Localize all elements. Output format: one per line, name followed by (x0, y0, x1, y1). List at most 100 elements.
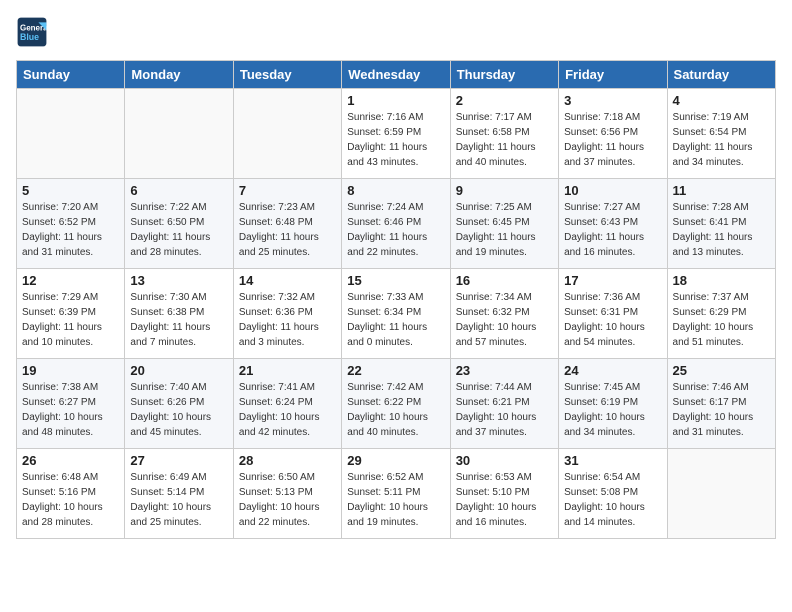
calendar-cell: 14 Sunrise: 7:32 AM Sunset: 6:36 PM Dayli… (233, 269, 341, 359)
day-header-saturday: Saturday (667, 61, 775, 89)
day-number: 24 (564, 363, 661, 378)
day-info: Sunrise: 7:38 AM Sunset: 6:27 PM Dayligh… (22, 380, 119, 440)
day-info: Sunrise: 7:23 AM Sunset: 6:48 PM Dayligh… (239, 200, 336, 260)
day-info: Sunrise: 7:36 AM Sunset: 6:31 PM Dayligh… (564, 290, 661, 350)
day-number: 29 (347, 453, 444, 468)
calendar-cell: 11 Sunrise: 7:28 AM Sunset: 6:41 PM Dayli… (667, 179, 775, 269)
day-info: Sunrise: 7:32 AM Sunset: 6:36 PM Dayligh… (239, 290, 336, 350)
day-info: Sunrise: 7:40 AM Sunset: 6:26 PM Dayligh… (130, 380, 227, 440)
calendar-table: SundayMondayTuesdayWednesdayThursdayFrid… (16, 60, 776, 539)
day-number: 4 (673, 93, 770, 108)
calendar-week-row: 5 Sunrise: 7:20 AM Sunset: 6:52 PM Daylig… (17, 179, 776, 269)
day-info: Sunrise: 6:48 AM Sunset: 5:16 PM Dayligh… (22, 470, 119, 530)
day-info: Sunrise: 7:19 AM Sunset: 6:54 PM Dayligh… (673, 110, 770, 170)
calendar-cell: 16Sunrise: 7:34 AM Sunset: 6:32 PM Dayli… (450, 269, 558, 359)
day-info: Sunrise: 7:25 AM Sunset: 6:45 PM Dayligh… (456, 200, 553, 260)
calendar-cell: 25 Sunrise: 7:46 AM Sunset: 6:17 PM Dayli… (667, 359, 775, 449)
calendar-cell: 2 Sunrise: 7:17 AM Sunset: 6:58 PM Daylig… (450, 89, 558, 179)
calendar-header-row: SundayMondayTuesdayWednesdayThursdayFrid… (17, 61, 776, 89)
day-info: Sunrise: 7:17 AM Sunset: 6:58 PM Dayligh… (456, 110, 553, 170)
calendar-week-row: 19 Sunrise: 7:38 AM Sunset: 6:27 PM Dayli… (17, 359, 776, 449)
day-info: Sunrise: 7:28 AM Sunset: 6:41 PM Dayligh… (673, 200, 770, 260)
day-number: 12 (22, 273, 119, 288)
day-header-tuesday: Tuesday (233, 61, 341, 89)
day-info: Sunrise: 7:30 AM Sunset: 6:38 PM Dayligh… (130, 290, 227, 350)
day-number: 6 (130, 183, 227, 198)
calendar-cell: 6 Sunrise: 7:22 AM Sunset: 6:50 PM Daylig… (125, 179, 233, 269)
calendar-cell: 13 Sunrise: 7:30 AM Sunset: 6:38 PM Dayli… (125, 269, 233, 359)
day-number: 11 (673, 183, 770, 198)
day-info: Sunrise: 7:29 AM Sunset: 6:39 PM Dayligh… (22, 290, 119, 350)
day-info: Sunrise: 6:50 AM Sunset: 5:13 PM Dayligh… (239, 470, 336, 530)
calendar-cell: 22Sunrise: 7:42 AM Sunset: 6:22 PM Dayli… (342, 359, 450, 449)
day-number: 23 (456, 363, 553, 378)
day-info: Sunrise: 7:37 AM Sunset: 6:29 PM Dayligh… (673, 290, 770, 350)
calendar-cell: 21 Sunrise: 7:41 AM Sunset: 6:24 PM Dayli… (233, 359, 341, 449)
day-number: 17 (564, 273, 661, 288)
day-info: Sunrise: 7:22 AM Sunset: 6:50 PM Dayligh… (130, 200, 227, 260)
calendar-cell: 15 Sunrise: 7:33 AM Sunset: 6:34 PM Dayli… (342, 269, 450, 359)
day-info: Sunrise: 7:16 AM Sunset: 6:59 PM Dayligh… (347, 110, 444, 170)
day-number: 7 (239, 183, 336, 198)
calendar-cell: 5 Sunrise: 7:20 AM Sunset: 6:52 PM Daylig… (17, 179, 125, 269)
page-header: General Blue (16, 16, 776, 48)
day-header-sunday: Sunday (17, 61, 125, 89)
day-number: 18 (673, 273, 770, 288)
day-info: Sunrise: 6:49 AM Sunset: 5:14 PM Dayligh… (130, 470, 227, 530)
calendar-cell: 20Sunrise: 7:40 AM Sunset: 6:26 PM Dayli… (125, 359, 233, 449)
day-number: 9 (456, 183, 553, 198)
calendar-cell: 24 Sunrise: 7:45 AM Sunset: 6:19 PM Dayli… (559, 359, 667, 449)
day-info: Sunrise: 7:18 AM Sunset: 6:56 PM Dayligh… (564, 110, 661, 170)
day-info: Sunrise: 7:33 AM Sunset: 6:34 PM Dayligh… (347, 290, 444, 350)
calendar-cell: 23 Sunrise: 7:44 AM Sunset: 6:21 PM Dayli… (450, 359, 558, 449)
day-number: 3 (564, 93, 661, 108)
calendar-cell (233, 89, 341, 179)
svg-text:Blue: Blue (20, 32, 39, 42)
day-info: Sunrise: 7:46 AM Sunset: 6:17 PM Dayligh… (673, 380, 770, 440)
calendar-cell: 19 Sunrise: 7:38 AM Sunset: 6:27 PM Dayli… (17, 359, 125, 449)
day-number: 16 (456, 273, 553, 288)
day-number: 5 (22, 183, 119, 198)
day-header-thursday: Thursday (450, 61, 558, 89)
day-number: 8 (347, 183, 444, 198)
calendar-cell: 9 Sunrise: 7:25 AM Sunset: 6:45 PM Daylig… (450, 179, 558, 269)
calendar-cell: 28 Sunrise: 6:50 AM Sunset: 5:13 PM Dayli… (233, 449, 341, 539)
calendar-cell: 30Sunrise: 6:53 AM Sunset: 5:10 PM Dayli… (450, 449, 558, 539)
day-number: 1 (347, 93, 444, 108)
day-number: 21 (239, 363, 336, 378)
calendar-cell (17, 89, 125, 179)
day-header-monday: Monday (125, 61, 233, 89)
calendar-week-row: 12 Sunrise: 7:29 AM Sunset: 6:39 PM Dayli… (17, 269, 776, 359)
day-info: Sunrise: 7:45 AM Sunset: 6:19 PM Dayligh… (564, 380, 661, 440)
day-number: 31 (564, 453, 661, 468)
day-info: Sunrise: 6:52 AM Sunset: 5:11 PM Dayligh… (347, 470, 444, 530)
day-number: 2 (456, 93, 553, 108)
day-number: 14 (239, 273, 336, 288)
calendar-cell: 12 Sunrise: 7:29 AM Sunset: 6:39 PM Dayli… (17, 269, 125, 359)
day-info: Sunrise: 7:24 AM Sunset: 6:46 PM Dayligh… (347, 200, 444, 260)
day-info: Sunrise: 7:41 AM Sunset: 6:24 PM Dayligh… (239, 380, 336, 440)
day-header-friday: Friday (559, 61, 667, 89)
day-number: 28 (239, 453, 336, 468)
day-info: Sunrise: 7:20 AM Sunset: 6:52 PM Dayligh… (22, 200, 119, 260)
day-number: 15 (347, 273, 444, 288)
day-number: 19 (22, 363, 119, 378)
calendar-cell: 4 Sunrise: 7:19 AM Sunset: 6:54 PM Daylig… (667, 89, 775, 179)
day-number: 26 (22, 453, 119, 468)
calendar-cell: 18 Sunrise: 7:37 AM Sunset: 6:29 PM Dayli… (667, 269, 775, 359)
day-number: 25 (673, 363, 770, 378)
calendar-cell: 27 Sunrise: 6:49 AM Sunset: 5:14 PM Dayli… (125, 449, 233, 539)
day-info: Sunrise: 7:27 AM Sunset: 6:43 PM Dayligh… (564, 200, 661, 260)
day-number: 30 (456, 453, 553, 468)
day-number: 10 (564, 183, 661, 198)
calendar-cell: 10 Sunrise: 7:27 AM Sunset: 6:43 PM Dayli… (559, 179, 667, 269)
calendar-week-row: 26 Sunrise: 6:48 AM Sunset: 5:16 PM Dayli… (17, 449, 776, 539)
logo: General Blue (16, 16, 52, 48)
day-number: 27 (130, 453, 227, 468)
day-info: Sunrise: 6:54 AM Sunset: 5:08 PM Dayligh… (564, 470, 661, 530)
calendar-week-row: 1 Sunrise: 7:16 AM Sunset: 6:59 PM Daylig… (17, 89, 776, 179)
day-number: 13 (130, 273, 227, 288)
calendar-cell: 1 Sunrise: 7:16 AM Sunset: 6:59 PM Daylig… (342, 89, 450, 179)
day-info: Sunrise: 7:44 AM Sunset: 6:21 PM Dayligh… (456, 380, 553, 440)
calendar-cell: 31 Sunrise: 6:54 AM Sunset: 5:08 PM Dayli… (559, 449, 667, 539)
